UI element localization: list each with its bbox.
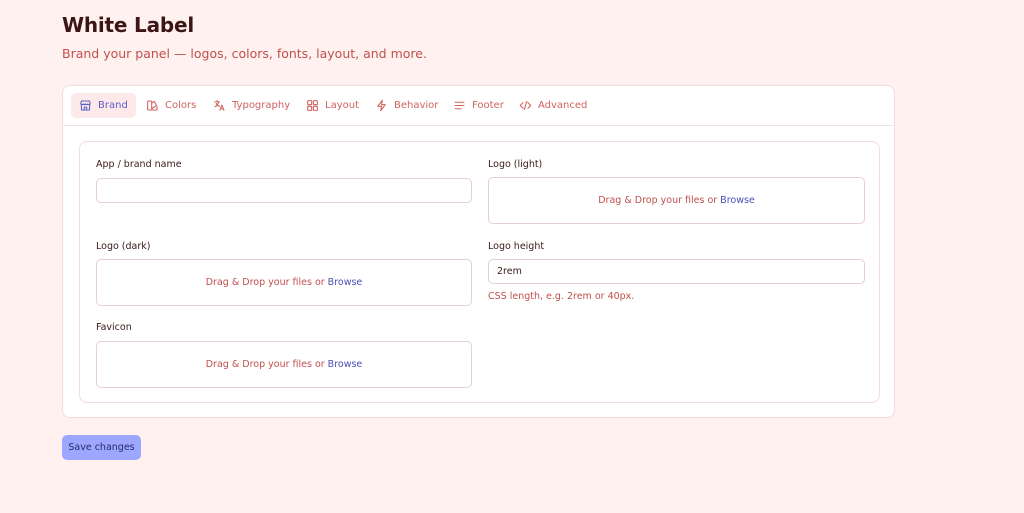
tab-colors[interactable]: Colors <box>138 93 204 118</box>
tab-label: Brand <box>98 100 128 111</box>
code-icon <box>519 99 532 112</box>
browse-link[interactable]: Browse <box>328 277 363 288</box>
page-title: White Label <box>62 13 195 37</box>
browse-link[interactable]: Browse <box>328 359 363 370</box>
tab-footer[interactable]: Footer <box>445 93 512 118</box>
translate-icon <box>213 99 226 112</box>
lines-icon <box>453 99 466 112</box>
favicon-label: Favicon <box>96 322 132 333</box>
dropzone-text: Drag & Drop your files or <box>205 277 325 288</box>
logo-dark-label: Logo (dark) <box>96 241 151 252</box>
page-subtitle: Brand your panel — logos, colors, fonts,… <box>62 46 427 61</box>
dropzone-text: Drag & Drop your files or <box>205 359 325 370</box>
tab-label: Footer <box>472 100 504 111</box>
app-name-input[interactable] <box>96 178 472 203</box>
favicon-dropzone[interactable]: Drag & Drop your files or Browse <box>96 341 472 388</box>
tab-label: Typography <box>232 100 291 111</box>
dropzone-text: Drag & Drop your files or <box>598 195 718 206</box>
browse-link[interactable]: Browse <box>720 195 755 206</box>
logo-height-input[interactable] <box>488 259 865 284</box>
store-icon <box>79 99 92 112</box>
tab-advanced[interactable]: Advanced <box>511 93 595 118</box>
tab-label: Layout <box>325 100 359 111</box>
logo-light-dropzone[interactable]: Drag & Drop your files or Browse <box>488 177 865 224</box>
logo-height-hint: CSS length, e.g. 2rem or 40px. <box>488 291 635 302</box>
bolt-icon <box>375 99 388 112</box>
tab-brand[interactable]: Brand <box>71 93 136 118</box>
tab-bar: Brand Colors Typography Layout Behavior … <box>63 86 894 126</box>
swatch-icon <box>146 99 159 112</box>
settings-card: Brand Colors Typography Layout Behavior … <box>62 85 895 418</box>
app-name-label: App / brand name <box>96 159 182 170</box>
tab-typography[interactable]: Typography <box>205 93 298 118</box>
logo-height-label: Logo height <box>488 241 545 252</box>
save-button[interactable]: Save changes <box>62 435 141 460</box>
logo-dark-dropzone[interactable]: Drag & Drop your files or Browse <box>96 259 472 306</box>
tab-behavior[interactable]: Behavior <box>367 93 446 118</box>
logo-light-label: Logo (light) <box>488 159 543 170</box>
brand-form: App / brand name Logo (dark) Drag & Drop… <box>79 141 880 403</box>
tab-label: Colors <box>165 100 197 111</box>
grid-icon <box>306 99 319 112</box>
tab-label: Advanced <box>538 100 588 111</box>
tab-layout[interactable]: Layout <box>298 93 367 118</box>
tab-label: Behavior <box>394 100 439 111</box>
